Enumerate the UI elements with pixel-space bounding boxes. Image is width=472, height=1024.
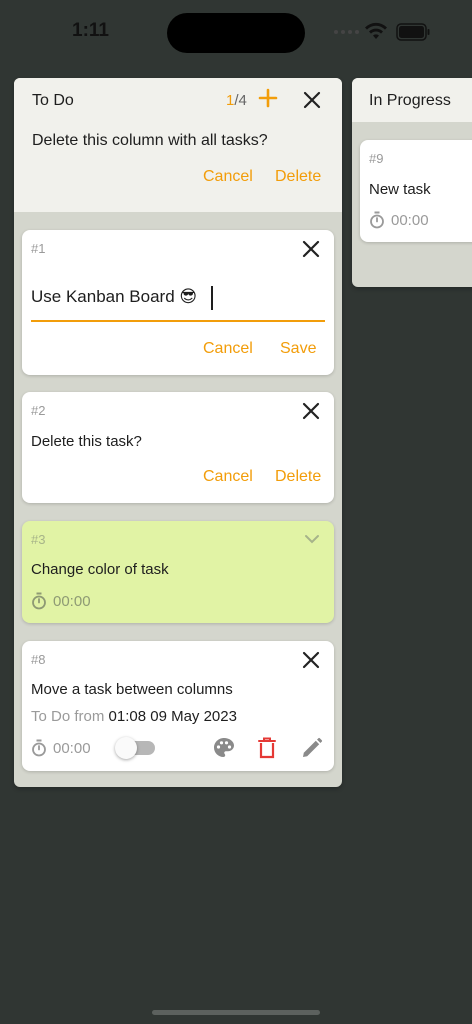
- timer-icon: [370, 211, 384, 229]
- column-title: To Do: [32, 92, 74, 109]
- task-number: #1: [31, 241, 46, 256]
- column-in-progress: In Progress #9 New task 00:00: [352, 78, 472, 287]
- trash-icon[interactable]: [256, 736, 278, 760]
- task-timer: 00:00: [31, 592, 91, 610]
- pencil-icon[interactable]: [300, 736, 324, 760]
- task-title: Move a task between columns: [31, 681, 233, 698]
- origin-from-word: from: [74, 708, 105, 725]
- status-bar: 1:11: [0, 0, 472, 64]
- column-title: In Progress: [369, 92, 451, 109]
- close-icon[interactable]: [302, 240, 320, 258]
- save-button[interactable]: Save: [280, 340, 316, 358]
- delete-column-prompt: Delete this column with all tasks?: [32, 132, 268, 149]
- confirm-delete-task-button[interactable]: Delete: [275, 468, 321, 486]
- task-number: #9: [369, 151, 384, 166]
- task-number: #2: [31, 403, 46, 418]
- close-icon[interactable]: [302, 651, 320, 669]
- task-timer: 00:00: [31, 739, 91, 757]
- chevron-down-icon[interactable]: [304, 534, 320, 544]
- confirm-delete-column-button[interactable]: Delete: [275, 168, 321, 186]
- origin-column: To Do: [31, 708, 71, 725]
- cancel-delete-task-button[interactable]: Cancel: [203, 468, 253, 486]
- column-count-total: /4: [234, 92, 247, 109]
- task-title: Change color of task: [31, 561, 169, 578]
- task-title-input[interactable]: [31, 282, 325, 322]
- palette-icon[interactable]: [212, 736, 236, 760]
- task-origin-line: To Do from 01:08 09 May 2023: [31, 708, 237, 725]
- status-time: 1:11: [72, 20, 109, 41]
- timer-icon: [32, 739, 46, 757]
- timer-value: 00:00: [53, 592, 91, 610]
- task-number: #8: [31, 652, 46, 667]
- task-number: #3: [31, 532, 46, 547]
- cancel-edit-button[interactable]: Cancel: [203, 340, 253, 358]
- origin-date: 01:08 09 May 2023: [108, 708, 237, 725]
- task-card[interactable]: #9 New task 00:00: [360, 140, 472, 242]
- column-header: In Progress: [352, 78, 472, 122]
- cellular-signal-icon: [334, 30, 359, 34]
- task-card-expanded: #8 Move a task between columns To Do fro…: [22, 641, 334, 771]
- cancel-delete-column-button[interactable]: Cancel: [203, 168, 253, 186]
- battery-icon: [396, 23, 430, 41]
- column-task-count: 1/4: [226, 92, 247, 109]
- delete-task-prompt: Delete this task?: [31, 433, 142, 450]
- plus-icon[interactable]: [257, 87, 279, 109]
- task-card-delete-confirm: #2 Delete this task? Cancel Delete: [22, 392, 334, 503]
- close-icon[interactable]: [302, 90, 322, 110]
- timer-toggle[interactable]: [115, 737, 157, 759]
- task-title: New task: [369, 181, 431, 198]
- text-cursor: [211, 286, 213, 310]
- task-card-editing: #1 Cancel Save: [22, 230, 334, 375]
- timer-value: 00:00: [391, 211, 429, 229]
- wifi-icon: [365, 22, 387, 39]
- column-header: To Do 1/4 Delete this column with all ta…: [14, 78, 342, 212]
- timer-value: 00:00: [53, 739, 91, 757]
- timer-icon: [32, 592, 46, 610]
- close-icon[interactable]: [302, 402, 320, 420]
- home-indicator[interactable]: [152, 1010, 320, 1015]
- dynamic-island: [167, 13, 305, 53]
- task-timer: 00:00: [369, 211, 429, 229]
- task-card[interactable]: #3 Change color of task 00:00: [22, 521, 334, 623]
